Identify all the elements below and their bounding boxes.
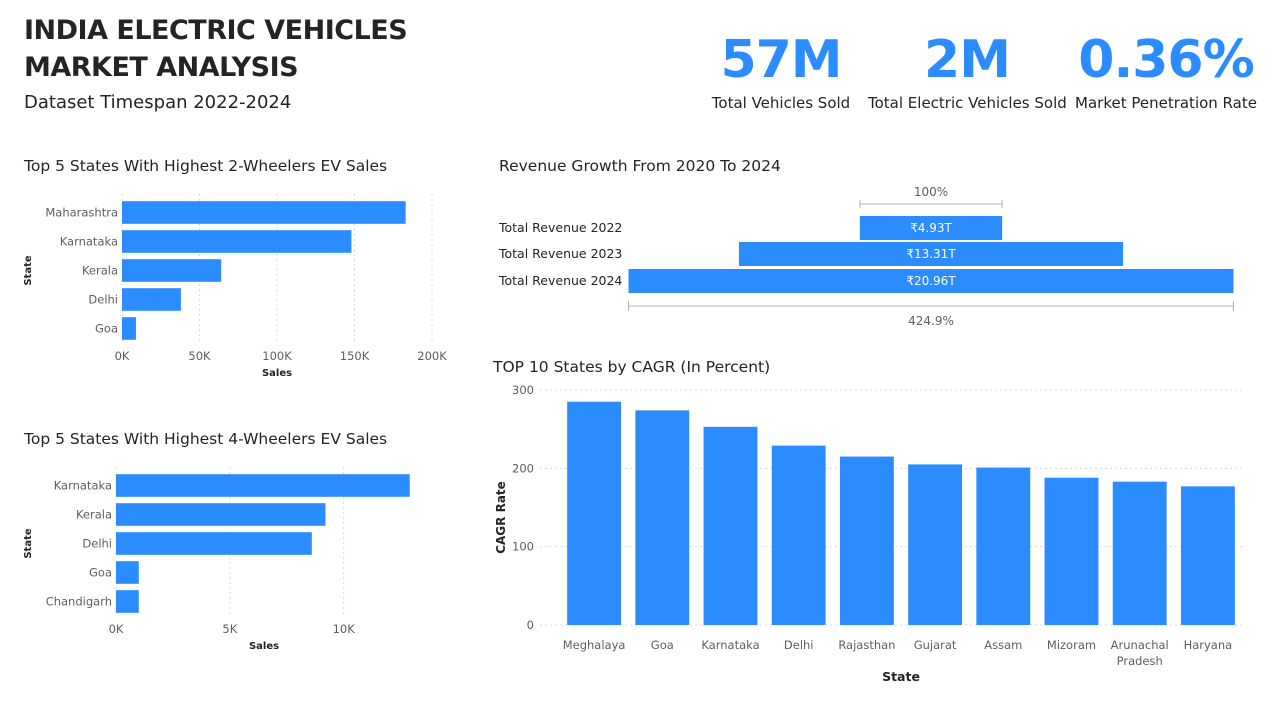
x-tick-label: 100K [262,349,292,363]
four-wheelers-chart-title: Top 5 States With Highest 4-Wheelers EV … [24,430,388,448]
bar-arunachal-pradesh [1112,481,1167,625]
bar-karnataka [703,426,758,625]
y-tick-label: 0 [527,618,534,632]
x-category-label: Arunachal [1111,638,1169,652]
x-tick-label: 0K [109,622,124,636]
dashboard-title: INDIA ELECTRIC VEHICLES MARKET ANALYSIS [24,12,408,86]
x-category-label: Delhi [784,638,814,652]
funnel-category-label: Total Revenue 2024 [498,273,622,288]
x-category-label: Pradesh [1117,654,1163,668]
bar-delhi [771,445,826,625]
revenue-funnel-chart[interactable]: 100% ₹4.93T Total Revenue 2022 ₹13.31T Total… [490,180,1260,340]
y-tick-label: 100 [512,540,534,554]
bar-maharashtra [122,201,406,224]
cagr-bar-chart[interactable]: 0 100 200 300 Meghalaya Goa Karnataka Delhi Raja… [480,380,1260,690]
bar-haryana [1180,486,1235,625]
title-line-1: INDIA ELECTRIC VEHICLES [24,15,408,46]
y-axis-title: State [23,528,34,559]
bar-mizoram [1044,477,1099,625]
x-tick-label: 10K [333,622,356,636]
bar-goa [635,410,690,625]
kpi-label: Market Penetration Rate [1075,94,1257,112]
bar-rajasthan [839,456,894,625]
y-category-label: Goa [89,566,112,580]
two-wheelers-chart-title: Top 5 States With Highest 2-Wheelers EV … [24,157,388,175]
y-category-label: Delhi [82,537,112,551]
kpi-value: 2M [924,30,1011,90]
y-category-label: Kerala [82,264,118,278]
kpi-total-vehicles: 57M Total Vehicles Sold [700,28,862,112]
bar-delhi [116,532,312,555]
dashboard-subtitle: Dataset Timespan 2022-2024 [24,92,292,113]
title-line-2: MARKET ANALYSIS [24,52,299,83]
y-category-label: Delhi [88,293,118,307]
y-category-label: Maharashtra [45,206,118,220]
bar-kerala [122,259,222,282]
y-tick-label: 300 [512,383,534,397]
bar-goa [116,561,139,584]
bar-delhi [122,288,181,311]
y-tick-label: 200 [512,461,534,475]
funnel-top-percent: 100% [914,185,948,199]
x-tick-label: 50K [188,349,211,363]
y-category-label: Karnataka [54,479,112,493]
y-axis-title: State [23,255,34,286]
funnel-value-label: ₹13.31T [906,247,956,261]
x-category-label: Meghalaya [563,638,626,652]
kpi-value: 57M [720,30,842,90]
bar-assam [976,467,1031,625]
x-category-label: Rajasthan [838,638,895,652]
kpi-label: Total Electric Vehicles Sold [868,94,1067,112]
funnel-value-label: ₹20.96T [906,274,956,288]
bar-karnataka [122,230,352,253]
x-tick-label: 150K [340,349,370,363]
x-tick-label: 5K [222,622,237,636]
four-wheelers-bar-chart[interactable]: 0K 5K 10K Karnataka Kerala Delhi Goa Chandigarh… [0,460,470,665]
funnel-value-label: ₹4.93T [910,221,952,235]
bar-chandigarh [116,590,139,613]
x-tick-label: 0K [115,349,130,363]
funnel-category-label: Total Revenue 2022 [498,220,622,235]
revenue-chart-title: Revenue Growth From 2020 To 2024 [499,157,781,175]
kpi-value: 0.36% [1078,30,1254,90]
x-category-label: Mizoram [1047,638,1096,652]
y-category-label: Chandigarh [46,595,112,609]
bar-kerala [116,503,326,526]
kpi-penetration-rate: 0.36% Market Penetration Rate [1072,28,1260,112]
x-category-label: Assam [984,638,1022,652]
x-axis-title: Sales [262,368,292,379]
two-wheelers-bar-chart[interactable]: 0K 50K 100K 150K 200K Maharashtra Karnataka Ker… [0,185,470,395]
kpi-total-ev: 2M Total Electric Vehicles Sold [868,28,1067,112]
bar-karnataka [116,474,410,497]
y-axis-title: CAGR Rate [494,481,508,554]
funnel-category-label: Total Revenue 2023 [498,246,622,261]
x-axis-title: State [882,669,920,684]
cagr-chart-title: TOP 10 States by CAGR (In Percent) [493,358,771,376]
y-category-label: Karnataka [60,235,118,249]
x-tick-label: 200K [417,349,447,363]
x-category-label: Haryana [1184,638,1233,652]
x-category-label: Gujarat [914,638,957,652]
x-category-label: Goa [651,638,674,652]
bar-gujarat [908,464,963,625]
funnel-bottom-percent: 424.9% [908,314,954,328]
x-axis-title: Sales [249,641,279,652]
kpi-label: Total Vehicles Sold [711,94,851,112]
x-category-label: Karnataka [701,638,759,652]
bar-goa [122,317,136,340]
y-category-label: Kerala [76,508,112,522]
y-category-label: Goa [95,322,118,336]
bar-meghalaya [567,401,622,625]
